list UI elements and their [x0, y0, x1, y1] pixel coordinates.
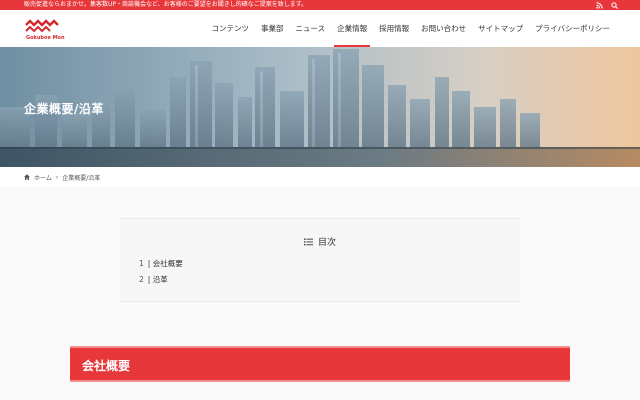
toc-header[interactable]: 目次 [120, 235, 520, 248]
nav-item-divisions[interactable]: 事業部 [255, 10, 290, 47]
breadcrumb: ホーム › 企業概要/沿革 [24, 172, 100, 182]
toc-item-separator: | [147, 275, 151, 284]
section-title: 会社概要 [82, 359, 131, 373]
nav-item-recruit[interactable]: 採用情報 [373, 10, 415, 47]
page-title: 企業概要/沿革 [24, 102, 104, 116]
toc-item-number: 2 [139, 275, 144, 284]
table-of-contents: 目次 1 | 会社概要 2 | 沿革 [120, 218, 520, 302]
toc-item-separator: | [147, 259, 151, 268]
section-heading: 会社概要 [70, 346, 570, 382]
search-icon[interactable] [611, 1, 618, 9]
toc-title: 目次 [317, 238, 336, 248]
toc-item-label: 会社概要 [152, 259, 183, 268]
toc-item[interactable]: 1 | 会社概要 [139, 256, 183, 272]
rss-icon[interactable] [596, 1, 603, 9]
toc-item-number: 1 [139, 259, 144, 268]
list-icon [303, 238, 313, 246]
logo-mark-icon [25, 19, 59, 33]
toc-item[interactable]: 2 | 沿革 [139, 272, 183, 288]
nav-item-contact[interactable]: お問い合わせ [415, 10, 472, 47]
toc-list: 1 | 会社概要 2 | 沿革 [139, 256, 183, 288]
announcement-text: 販売促進ならおまかせ。集客数UP・商談機会など、お客様のご要望をお聞きし的確なご… [24, 1, 308, 8]
home-icon [24, 174, 30, 180]
toc-item-label: 沿革 [152, 275, 168, 284]
breadcrumb-separator: › [55, 173, 59, 181]
nav-item-company[interactable]: 企業情報 [331, 10, 373, 47]
nav-item-sitemap[interactable]: サイトマップ [472, 10, 529, 47]
top-announcement-bar: 販売促進ならおまかせ。集客数UP・商談機会など、お客様のご要望をお聞きし的確なご… [0, 0, 640, 10]
hero-banner: 企業概要/沿革 [0, 47, 640, 167]
nav-item-news[interactable]: ニュース [290, 10, 332, 47]
nav-item-privacy[interactable]: プライバシーポリシー [529, 10, 616, 47]
site-logo[interactable]: Gokuboe Mon [24, 19, 66, 43]
nav-item-contents[interactable]: コンテンツ [206, 10, 256, 47]
logo-brand-text: Gokuboe Mon [26, 35, 65, 41]
breadcrumb-home-link[interactable]: ホーム [34, 173, 52, 182]
main-nav: コンテンツ 事業部 ニュース 企業情報 採用情報 お問い合わせ サイトマップ プ… [206, 10, 616, 47]
site-header: Gokuboe Mon コンテンツ 事業部 ニュース 企業情報 採用情報 お問い… [0, 10, 640, 47]
breadcrumb-current: 企業概要/沿革 [62, 174, 101, 182]
